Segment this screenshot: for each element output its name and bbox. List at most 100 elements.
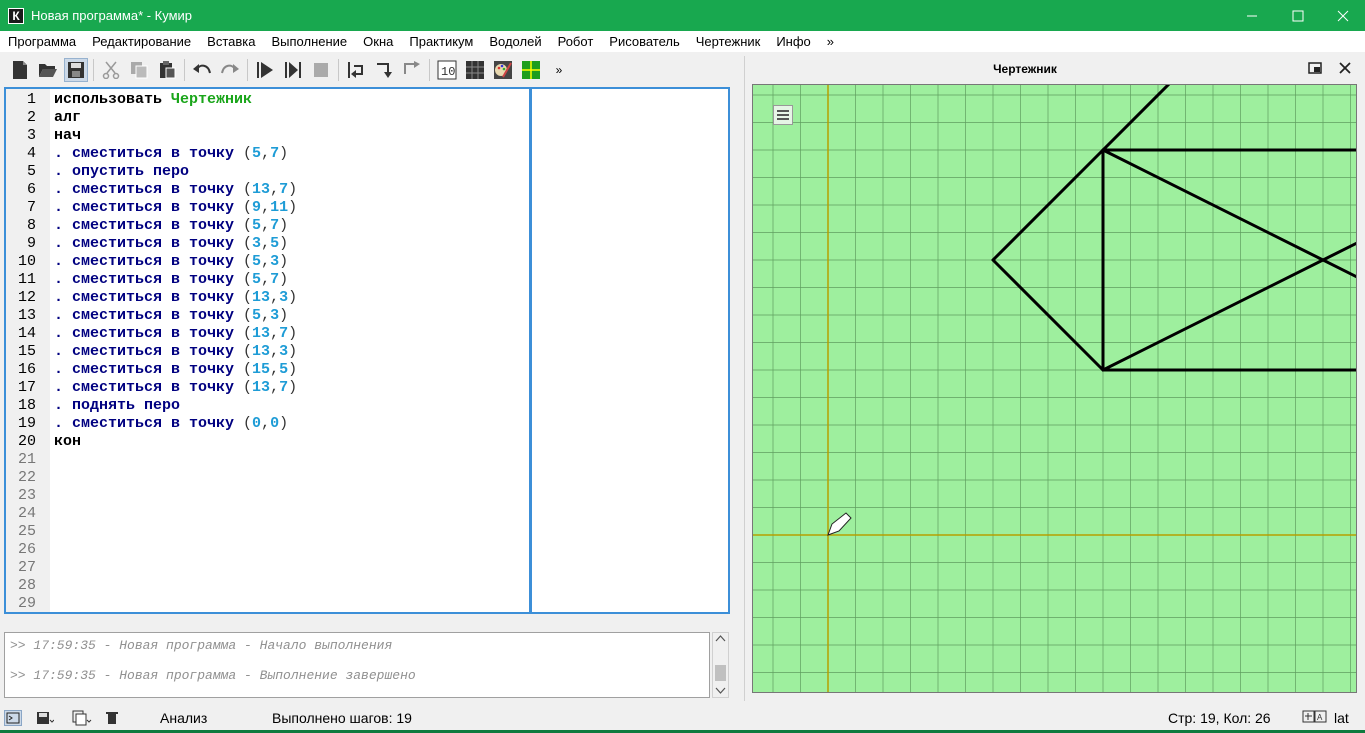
module-name: Чертежник xyxy=(171,91,253,108)
undock-icon xyxy=(1308,62,1322,74)
code-line: . сместиться в точку (13,7) xyxy=(54,325,298,342)
cut-button[interactable] xyxy=(99,58,123,82)
command: . сместиться в точку xyxy=(54,361,244,378)
number: 3 xyxy=(279,343,289,360)
editor-margin-panel[interactable] xyxy=(531,87,730,614)
save-button[interactable] xyxy=(64,58,88,82)
toolbar-separator xyxy=(429,59,430,81)
run-button[interactable] xyxy=(253,58,277,82)
run-step-button[interactable] xyxy=(281,58,305,82)
menu-robot[interactable]: Робот xyxy=(550,34,602,49)
save-output-button[interactable] xyxy=(36,710,55,729)
line-number: 8 xyxy=(26,217,36,234)
menu-practicum[interactable]: Практикум xyxy=(401,34,481,49)
number: 5 xyxy=(252,271,262,288)
menu-edit[interactable]: Редактирование xyxy=(84,34,199,49)
drawer-canvas[interactable] xyxy=(752,84,1357,693)
save-icon xyxy=(68,62,84,78)
maximize-button[interactable] xyxy=(1275,0,1321,31)
code-line: . опустить перо xyxy=(54,163,190,180)
menu-bar: Программа Редактирование Вставка Выполне… xyxy=(0,31,1365,52)
paste-button[interactable] xyxy=(155,58,179,82)
output-console[interactable]: >> 17:59:35 - Новая программа - Начало в… xyxy=(4,632,710,698)
menu-run[interactable]: Выполнение xyxy=(263,34,355,49)
code-line: нач xyxy=(54,127,82,144)
line-number: 26 xyxy=(17,541,36,558)
menu-more[interactable]: » xyxy=(819,34,842,49)
menu-drawer[interactable]: Чертежник xyxy=(688,34,769,49)
menu-insert[interactable]: Вставка xyxy=(199,34,263,49)
drawer-button[interactable] xyxy=(519,58,543,82)
robot-grid-icon xyxy=(466,61,484,79)
stop-button[interactable] xyxy=(309,58,333,82)
minimize-icon xyxy=(1247,15,1257,16)
close-button[interactable] xyxy=(1320,0,1365,31)
line-number: 6 xyxy=(26,181,36,198)
menu-windows[interactable]: Окна xyxy=(355,34,401,49)
number: 7 xyxy=(279,379,289,396)
undo-button[interactable] xyxy=(190,58,214,82)
step-run-icon xyxy=(285,62,301,78)
new-file-icon xyxy=(13,61,27,79)
robot-button[interactable] xyxy=(463,58,487,82)
log-line: >> 17:59:35 - Новая программа - Начало в… xyxy=(10,638,393,653)
menu-painter[interactable]: Рисователь xyxy=(601,34,687,49)
code-line: . поднять перо xyxy=(54,397,181,414)
number: 5 xyxy=(252,145,262,162)
terminal-icon xyxy=(6,712,20,724)
line-number: 22 xyxy=(17,469,36,486)
play-icon xyxy=(257,62,273,78)
toolbar-overflow-button[interactable]: » xyxy=(547,58,571,82)
title-bar: К Новая программа* - Кумир xyxy=(0,0,1365,31)
minimize-button[interactable] xyxy=(1229,0,1275,31)
close-icon xyxy=(1337,10,1349,21)
step-into-button[interactable] xyxy=(372,58,396,82)
app-icon: К xyxy=(8,7,24,24)
open-file-button[interactable] xyxy=(36,58,60,82)
redo-button[interactable] xyxy=(218,58,242,82)
painter-button[interactable] xyxy=(491,58,515,82)
keyword: использовать xyxy=(54,91,163,108)
number: 7 xyxy=(270,271,280,288)
menu-program[interactable]: Программа xyxy=(0,34,84,49)
close-icon xyxy=(1339,62,1351,74)
close-panel-button[interactable] xyxy=(1339,62,1351,77)
number: 0 xyxy=(270,415,280,432)
clear-output-button[interactable] xyxy=(105,710,119,729)
new-file-button[interactable] xyxy=(8,58,32,82)
stop-icon xyxy=(314,63,328,77)
copy-button[interactable] xyxy=(127,58,151,82)
canvas-menu-button[interactable] xyxy=(773,105,793,125)
menu-vodoley[interactable]: Водолей xyxy=(481,34,549,49)
console-scrollbar[interactable] xyxy=(712,632,729,698)
command: . сместиться в точку xyxy=(54,235,244,252)
menu-info[interactable]: Инфо xyxy=(768,34,818,49)
command: . сместиться в точку xyxy=(54,415,244,432)
step-out-button[interactable] xyxy=(400,58,424,82)
code-editor[interactable]: 1 2 3 4 5 6 7 8 9 10 11 12 13 14 15 16 1… xyxy=(4,87,531,614)
number: 5 xyxy=(252,217,262,234)
analysis-label: Анализ xyxy=(160,710,208,726)
palette-icon xyxy=(494,61,512,79)
vodoley-button[interactable]: 10 xyxy=(435,58,459,82)
toolbar-separator xyxy=(247,59,248,81)
copy-output-button[interactable] xyxy=(72,710,92,729)
step-over-icon xyxy=(348,62,363,78)
toolbar: 10 » xyxy=(0,54,740,86)
step-out-icon xyxy=(404,61,420,74)
console-toggle-button[interactable] xyxy=(4,710,22,726)
line-number: 1 xyxy=(26,91,36,108)
code-line: . сместиться в точку (9,11) xyxy=(54,199,298,216)
menu-icon xyxy=(777,110,789,120)
number: 7 xyxy=(270,217,280,234)
scrollbar-arrows-icon xyxy=(715,635,726,694)
number: 5 xyxy=(252,253,262,270)
line-number: 23 xyxy=(17,487,36,504)
undock-button[interactable] xyxy=(1308,62,1322,77)
step-over-button[interactable] xyxy=(344,58,368,82)
code-line: . сместиться в точку (13,3) xyxy=(54,343,298,360)
open-folder-icon xyxy=(39,64,57,77)
code-line: . сместиться в точку (3,5) xyxy=(54,235,289,252)
number: 7 xyxy=(279,181,289,198)
drawer-title: Чертежник xyxy=(993,62,1057,76)
